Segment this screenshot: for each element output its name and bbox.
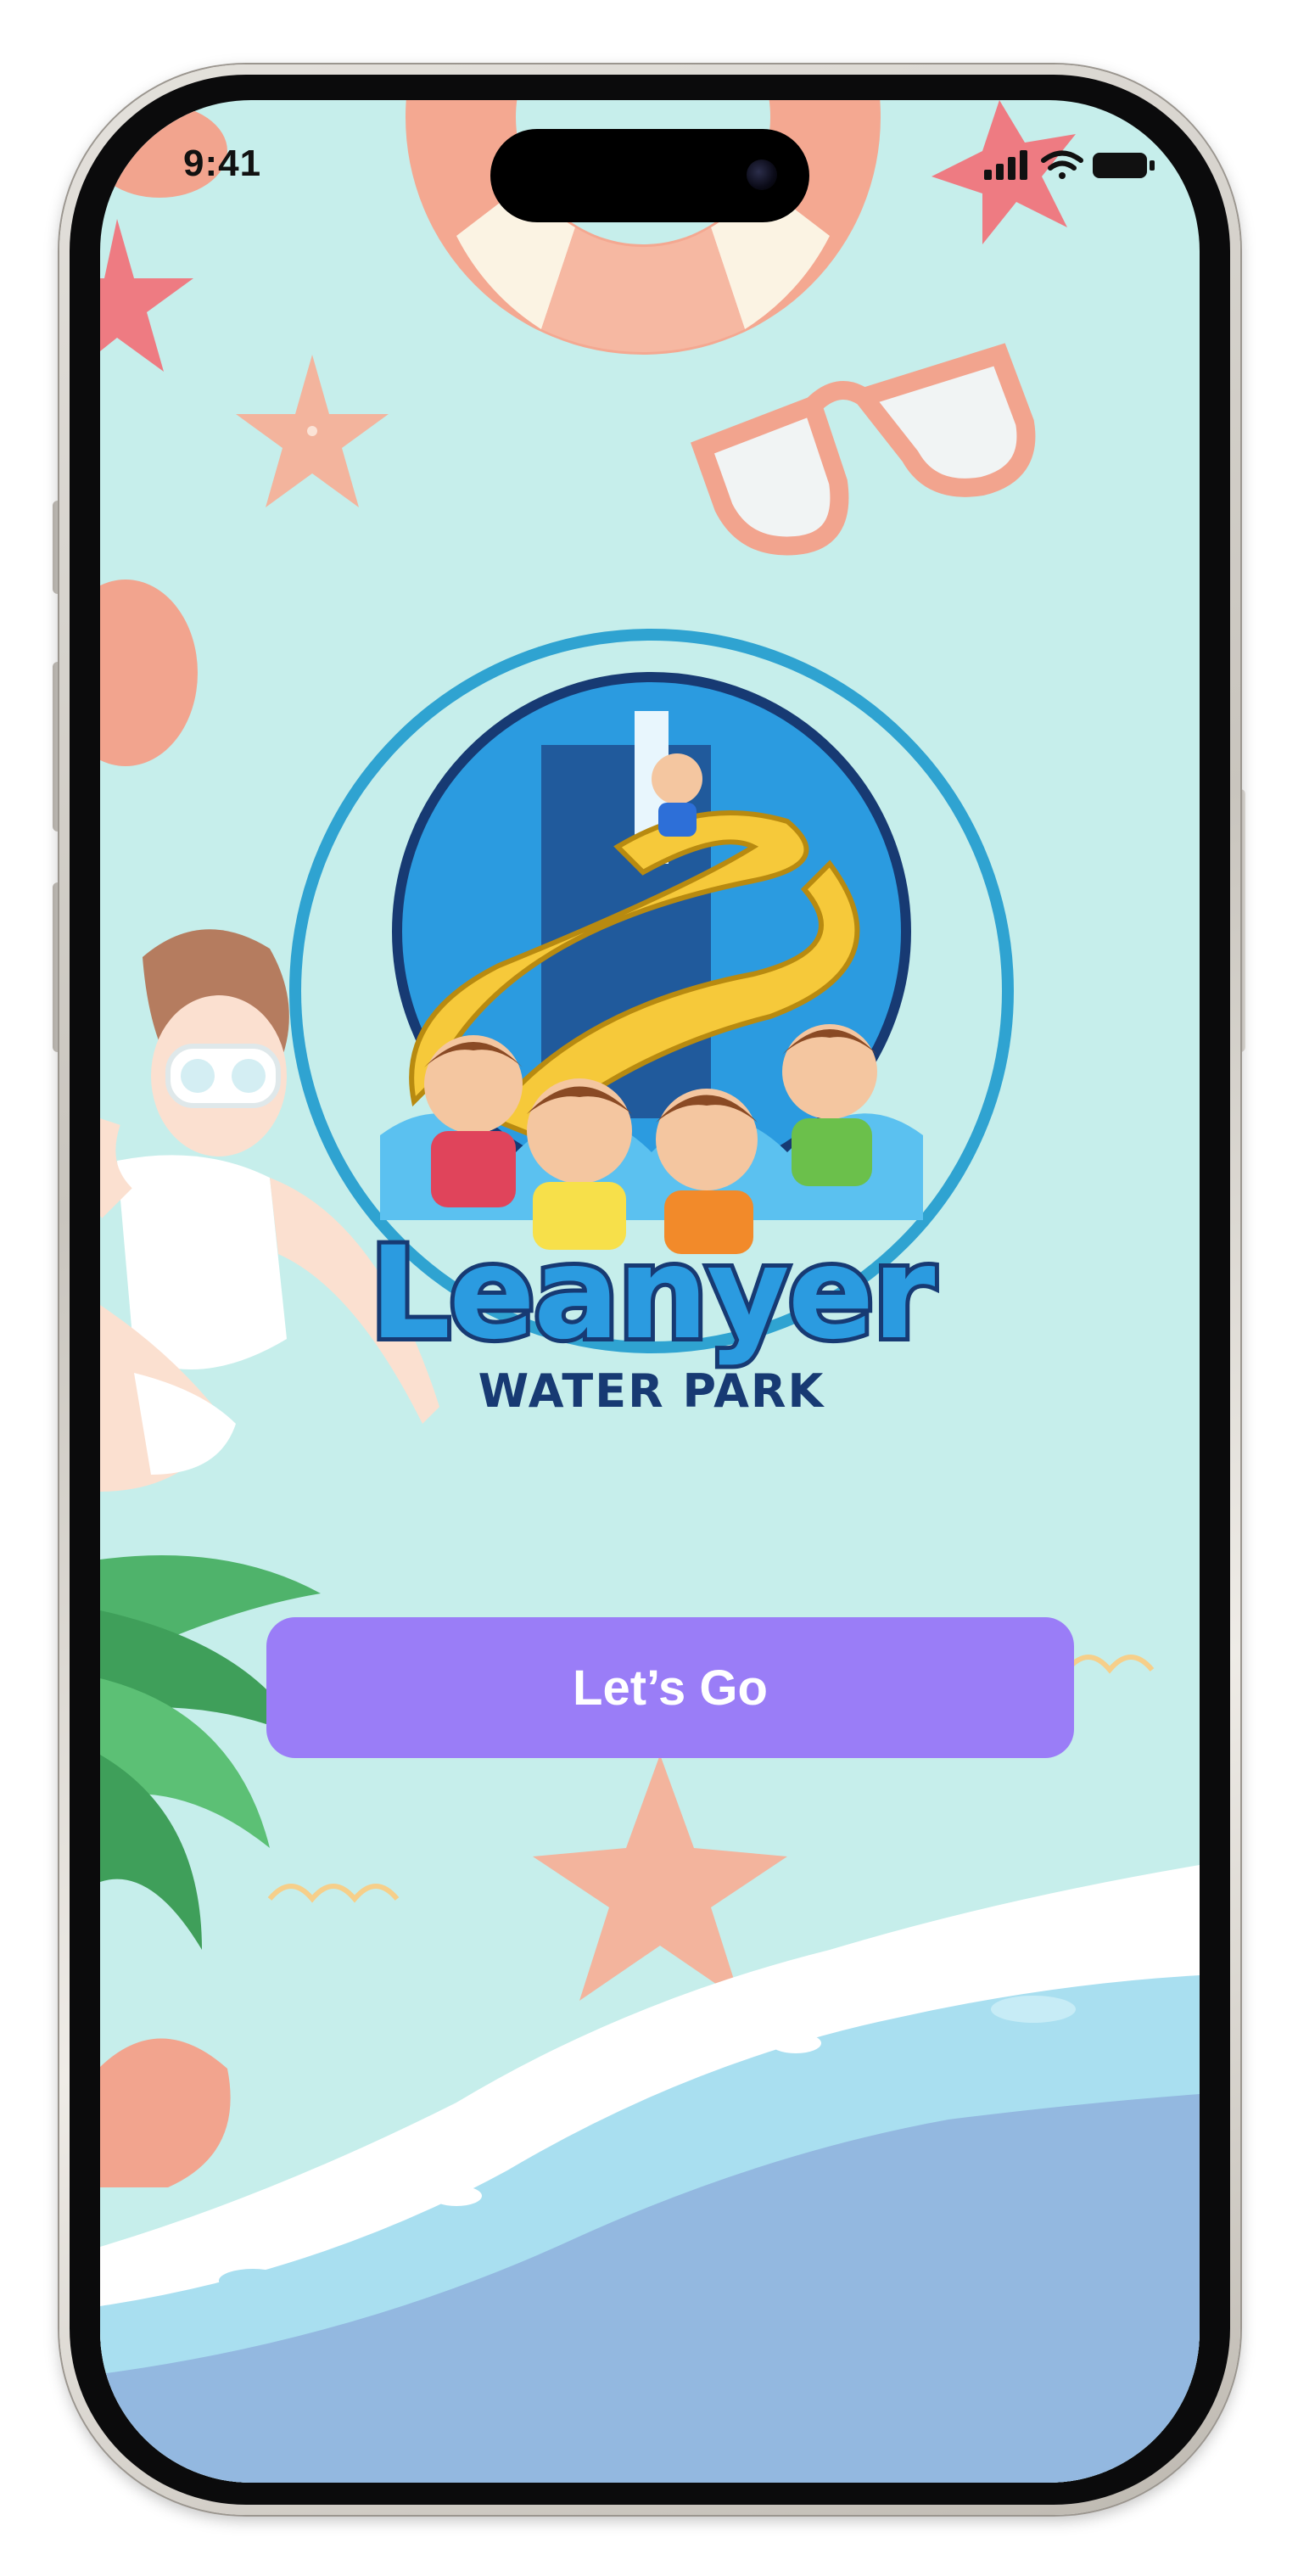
app-screen: Leanyer WATER PARK Let’s Go 9:41 — [100, 100, 1200, 2483]
app-logo: Leanyer WATER PARK — [278, 609, 1025, 1458]
cellular-signal-icon — [984, 150, 1027, 180]
logo-title: Leanyer — [366, 1216, 940, 1372]
logo-subtitle: WATER PARK — [478, 1364, 825, 1418]
front-camera-icon — [747, 160, 777, 190]
wave-doodle-left-icon — [267, 1884, 400, 1903]
device-mockup: Leanyer WATER PARK Let’s Go 9:41 — [0, 0, 1298, 2576]
shell-left-icon — [100, 580, 198, 766]
status-bar-icons — [984, 150, 1155, 180]
scallop-shell-icon — [100, 2038, 231, 2187]
lets-go-button[interactable]: Let’s Go — [266, 1617, 1074, 1758]
starfish-small-icon — [236, 355, 389, 507]
starfish-center-icon — [533, 1755, 787, 2001]
starfish-top-left-icon — [100, 219, 193, 372]
sunglasses-icon — [691, 343, 1036, 556]
status-bar-time: 9:41 — [183, 143, 262, 184]
ocean-wave-illustration — [100, 1865, 1200, 2483]
battery-icon — [1093, 153, 1155, 178]
wifi-icon — [1041, 150, 1083, 179]
dynamic-island — [490, 129, 809, 222]
